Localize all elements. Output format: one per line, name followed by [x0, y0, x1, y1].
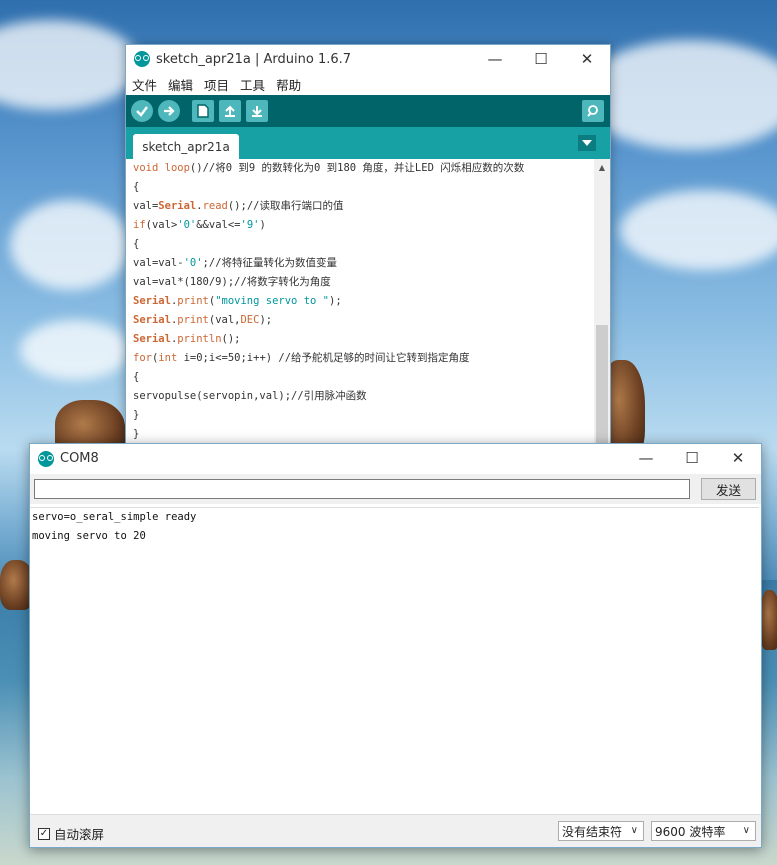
output-line: servo=o_seral_simple ready: [32, 511, 197, 523]
menu-tools[interactable]: 工具: [238, 75, 267, 94]
code-line: val=val*(180/9);//将数字转化为角度: [133, 276, 331, 288]
ide-minimize-button[interactable]: —: [472, 45, 518, 73]
scroll-up-arrow-icon[interactable]: ▲: [594, 159, 610, 175]
code-line: for(int i=0;i<=50;i++) //给予舵机足够的时间让它转到指定…: [133, 352, 470, 364]
ide-titlebar: sketch_apr21a | Arduino 1.6.7 — ☐ ✕: [126, 45, 610, 73]
serial-output[interactable]: servo=o_seral_simple ready moving servo …: [30, 507, 759, 814]
serial-statusbar: ✓ 自动滚屏 没有结束符 ∨ 9600 波特率 ∨: [30, 814, 761, 847]
ide-toolbar: [126, 95, 610, 127]
upload-arrow-icon: [225, 105, 235, 117]
autoscroll-checkbox[interactable]: ✓: [38, 827, 50, 840]
ide-menubar: 文件 编辑 项目 工具 帮助: [126, 73, 610, 95]
ide-close-button[interactable]: ✕: [564, 45, 610, 73]
code-line: Serial.print(val,DEC);: [133, 314, 273, 326]
serial-window-title: COM8: [60, 451, 99, 466]
open-button[interactable]: [219, 100, 241, 122]
menu-edit[interactable]: 编辑: [166, 75, 195, 94]
baud-rate-value: 9600 波特率: [655, 824, 726, 839]
arduino-logo-icon: [38, 450, 54, 467]
chevron-down-icon: ∨: [630, 825, 638, 836]
menu-file[interactable]: 文件: [130, 75, 159, 94]
serial-titlebar: COM8 — ☐ ✕: [30, 444, 761, 473]
arduino-ide-window: sketch_apr21a | Arduino 1.6.7 — ☐ ✕ 文件 编…: [125, 44, 611, 466]
code-line: Serial.println();: [133, 333, 241, 345]
ide-tabbar: sketch_apr21a: [126, 127, 610, 159]
tab-menu-dropdown-icon[interactable]: [578, 135, 596, 151]
editor-scrollbar[interactable]: ▲: [594, 159, 610, 465]
ide-window-title: sketch_apr21a | Arduino 1.6.7: [156, 51, 352, 67]
code-line: {: [133, 371, 140, 383]
upload-button[interactable]: [158, 100, 180, 122]
serial-monitor-window: COM8 — ☐ ✕ 发送 servo=o_seral_simple ready…: [29, 443, 762, 848]
send-row: 发送: [30, 474, 761, 504]
tab-sketch[interactable]: sketch_apr21a: [133, 134, 239, 159]
serial-minimize-button[interactable]: —: [623, 444, 669, 472]
save-button[interactable]: [246, 100, 268, 122]
serial-maximize-button[interactable]: ☐: [669, 444, 715, 472]
baud-rate-select[interactable]: 9600 波特率 ∨: [651, 821, 756, 841]
code-line: void loop()//将0 到9 的数转化为0 到180 角度，并让LED …: [133, 162, 525, 174]
magnifier-icon: [587, 105, 598, 117]
line-ending-value: 没有结束符: [562, 824, 623, 839]
menu-help[interactable]: 帮助: [274, 75, 303, 94]
ide-maximize-button[interactable]: ☐: [518, 45, 564, 73]
file-icon: [197, 104, 209, 118]
send-button[interactable]: 发送: [701, 478, 756, 500]
arduino-logo-icon: [134, 51, 150, 67]
autoscroll-toggle[interactable]: ✓ 自动滚屏: [38, 824, 104, 843]
verify-button[interactable]: [131, 100, 153, 122]
code-line: }: [133, 428, 140, 440]
menu-sketch[interactable]: 项目: [202, 75, 231, 94]
check-icon: [136, 106, 148, 117]
code-line: servopulse(servopin,val);//引用脉冲函数: [133, 390, 367, 402]
autoscroll-label: 自动滚屏: [54, 827, 105, 842]
new-button[interactable]: [192, 100, 214, 122]
serial-monitor-button[interactable]: [582, 100, 604, 122]
code-line: val=val-'0';//将特征量转化为数值变量: [133, 257, 338, 269]
code-line: {: [133, 238, 140, 250]
serial-close-button[interactable]: ✕: [715, 444, 761, 472]
download-arrow-icon: [252, 106, 262, 117]
output-line: moving servo to 20: [32, 530, 146, 542]
code-editor[interactable]: void loop()//将0 到9 的数转化为0 到180 角度，并让LED …: [126, 159, 594, 465]
line-ending-select[interactable]: 没有结束符 ∨: [558, 821, 644, 841]
code-line: if(val>'0'&&val<='9'): [133, 219, 266, 231]
code-line: {: [133, 181, 140, 193]
serial-send-input[interactable]: [34, 479, 690, 499]
code-line: val=Serial.read();//读取串行端口的值: [133, 200, 344, 212]
arrow-right-icon: [164, 106, 175, 116]
code-line: Serial.print("moving servo to ");: [133, 295, 342, 307]
code-line: }: [133, 409, 140, 421]
chevron-down-icon: ∨: [742, 825, 750, 836]
